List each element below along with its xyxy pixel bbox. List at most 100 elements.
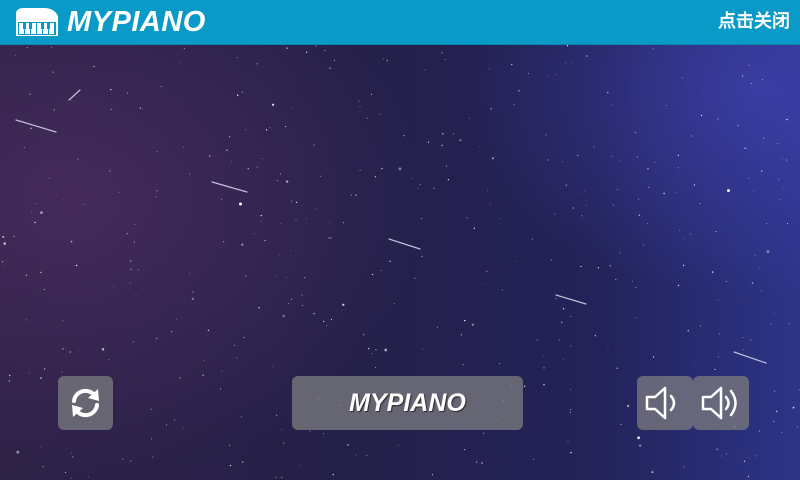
star	[638, 444, 642, 447]
star	[381, 168, 383, 170]
star	[53, 109, 55, 111]
star	[15, 54, 17, 56]
star	[715, 231, 717, 233]
star	[577, 154, 579, 156]
star	[569, 408, 572, 411]
star	[742, 337, 744, 339]
star	[725, 453, 728, 455]
star	[264, 239, 266, 242]
star	[796, 426, 798, 428]
star	[620, 424, 622, 426]
star	[175, 318, 177, 320]
star	[110, 88, 112, 91]
star	[770, 323, 772, 325]
star	[775, 143, 777, 145]
star	[231, 160, 233, 162]
star	[315, 45, 317, 47]
star	[675, 191, 677, 193]
star	[758, 430, 761, 432]
star	[611, 104, 613, 106]
volume-down-button[interactable]	[637, 376, 693, 430]
star	[151, 438, 153, 440]
star	[635, 286, 637, 288]
star	[155, 196, 157, 198]
star	[129, 282, 131, 284]
star	[256, 63, 258, 65]
star	[735, 455, 737, 457]
header-bar: MYPIANO 点击关闭	[0, 0, 800, 45]
close-button[interactable]: 点击关闭	[718, 8, 790, 36]
star	[748, 64, 750, 66]
star	[717, 356, 719, 358]
star	[773, 390, 776, 392]
star	[611, 155, 613, 157]
star	[643, 244, 645, 246]
star	[93, 65, 95, 68]
star	[677, 284, 680, 287]
star	[30, 127, 32, 129]
star	[700, 114, 703, 117]
star	[441, 144, 443, 147]
star	[781, 431, 783, 433]
star	[236, 57, 238, 59]
star	[691, 135, 692, 137]
star	[118, 192, 120, 193]
star	[223, 241, 225, 243]
star	[358, 100, 360, 102]
star	[753, 190, 755, 192]
star	[536, 339, 538, 341]
volume-up-button[interactable]	[693, 376, 749, 430]
star	[379, 113, 381, 115]
star	[545, 134, 547, 136]
star	[44, 289, 45, 290]
star	[236, 94, 239, 97]
star	[152, 456, 154, 458]
star	[481, 462, 484, 464]
star	[365, 357, 366, 359]
star	[290, 249, 292, 251]
star	[275, 275, 276, 277]
star	[389, 260, 391, 263]
star	[43, 368, 46, 370]
star	[683, 466, 685, 468]
volume-down-icon	[645, 386, 676, 420]
star	[280, 223, 282, 225]
star	[69, 351, 71, 353]
star	[318, 76, 319, 77]
star	[355, 194, 357, 196]
star	[26, 47, 28, 48]
star	[717, 118, 719, 120]
star	[301, 304, 304, 307]
star	[719, 333, 721, 335]
star	[281, 429, 282, 431]
star	[241, 243, 244, 246]
star	[422, 348, 424, 350]
star	[129, 260, 132, 262]
star	[727, 189, 730, 193]
star	[160, 85, 162, 87]
star	[313, 144, 315, 146]
star	[581, 215, 583, 217]
star	[25, 274, 28, 276]
star	[16, 450, 20, 454]
star	[174, 419, 176, 421]
star	[82, 215, 84, 216]
star	[720, 455, 722, 457]
refresh-button[interactable]	[58, 376, 113, 430]
star	[607, 345, 609, 347]
star	[486, 270, 488, 273]
star	[550, 259, 552, 261]
star	[758, 266, 760, 268]
star	[699, 203, 701, 205]
star	[490, 108, 492, 110]
app-name-button[interactable]: MYPIANO	[292, 376, 523, 430]
star	[571, 62, 573, 64]
star	[371, 353, 373, 355]
star	[291, 200, 292, 202]
star	[8, 380, 10, 382]
star	[484, 284, 486, 285]
star	[114, 369, 116, 370]
star	[786, 222, 789, 225]
star	[499, 218, 501, 220]
star	[380, 270, 382, 272]
